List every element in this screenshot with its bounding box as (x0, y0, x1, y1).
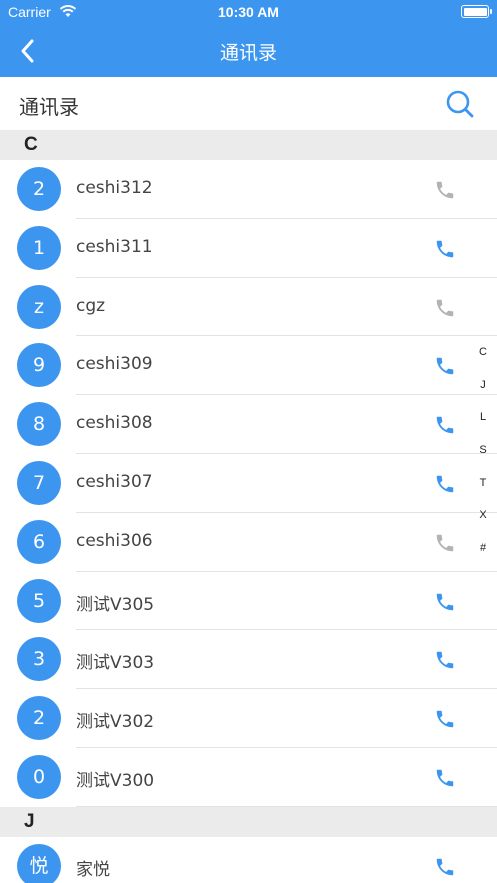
avatar: 7 (17, 460, 61, 505)
avatar: 3 (17, 637, 61, 682)
contacts-screen: Carrier 10:30 AM 通讯录 通讯录 C 2 ceshi312 1 cesh… (0, 0, 497, 883)
index-letter[interactable]: S (477, 444, 489, 477)
phone-icon[interactable] (434, 532, 456, 554)
contact-name: ceshi309 (76, 354, 153, 375)
contact-row[interactable]: 7 ceshi307 (0, 453, 497, 513)
contact-row[interactable]: 2 ceshi312 (0, 160, 497, 219)
clock: 10:30 AM (218, 4, 279, 20)
contact-name: 测试V305 (76, 594, 155, 615)
section-header: J (0, 806, 497, 837)
phone-icon[interactable] (434, 767, 456, 789)
avatar: 2 (17, 167, 61, 211)
search-icon[interactable] (445, 89, 475, 119)
phone-icon[interactable] (434, 473, 456, 495)
contact-name: ceshi311 (76, 236, 153, 257)
contact-row[interactable]: 5 测试V305 (0, 571, 497, 631)
phone-icon[interactable] (434, 355, 456, 377)
avatar: 6 (17, 519, 61, 564)
nav-title: 通讯录 (219, 42, 277, 64)
navigation-bar: Carrier 10:30 AM 通讯录 (0, 0, 497, 77)
avatar: 5 (17, 578, 61, 623)
contact-name: ceshi306 (76, 530, 153, 551)
avatar: 0 (17, 754, 61, 799)
index-letter[interactable]: X (477, 509, 489, 542)
contact-name: 测试V303 (76, 653, 155, 674)
phone-icon[interactable] (434, 591, 456, 613)
phone-icon[interactable] (434, 649, 456, 671)
index-letter[interactable]: L (477, 411, 489, 444)
contact-name: 家悦 (76, 859, 110, 880)
phone-icon[interactable] (434, 856, 456, 878)
contact-name: ceshi308 (76, 413, 153, 434)
avatar: 8 (17, 402, 61, 447)
index-letter[interactable]: # (477, 542, 489, 575)
phone-icon[interactable] (434, 297, 456, 319)
contact-name: ceshi312 (76, 178, 153, 198)
index-letter[interactable]: J (477, 379, 489, 412)
contact-row[interactable]: 3 测试V303 (0, 630, 497, 690)
contacts-header: 通讯录 (0, 77, 497, 130)
contact-list: C 2 ceshi312 1 ceshi311 z cgz 9 ceshi309 8 ceshi30… (0, 130, 497, 883)
contact-row[interactable]: 6 ceshi306 (0, 512, 497, 572)
index-letter[interactable]: T (477, 477, 489, 510)
section-header: C (0, 130, 497, 160)
phone-icon[interactable] (434, 708, 456, 730)
contact-name: 测试V302 (76, 712, 155, 733)
status-bar: Carrier 10:30 AM (0, 0, 497, 24)
index-letter[interactable]: C (477, 346, 489, 379)
battery-icon (461, 5, 492, 18)
phone-icon[interactable] (434, 414, 456, 436)
avatar: 悦 (17, 843, 61, 883)
phone-icon[interactable] (434, 179, 456, 201)
contact-row[interactable]: 9 ceshi309 (0, 336, 497, 396)
contact-row[interactable]: 1 ceshi311 (0, 218, 497, 278)
avatar: 9 (17, 343, 61, 388)
avatar: 2 (17, 696, 61, 741)
contact-row[interactable]: z cgz (0, 277, 497, 337)
avatar: z (17, 284, 61, 329)
contact-name: 测试V300 (76, 770, 155, 791)
phone-icon[interactable] (434, 238, 456, 260)
contact-row[interactable]: 0 测试V300 (0, 747, 497, 807)
contact-row[interactable]: 2 测试V302 (0, 689, 497, 748)
contact-name: ceshi307 (76, 471, 153, 492)
avatar: 1 (17, 225, 61, 270)
contact-name: cgz (76, 295, 106, 316)
contact-row[interactable]: 8 ceshi308 (0, 395, 497, 454)
row-divider (76, 805, 497, 807)
page-title: 通讯录 (19, 95, 79, 119)
alphabet-index: C J L S T X # (477, 346, 489, 575)
contact-row[interactable]: 悦家悦 (0, 836, 497, 883)
